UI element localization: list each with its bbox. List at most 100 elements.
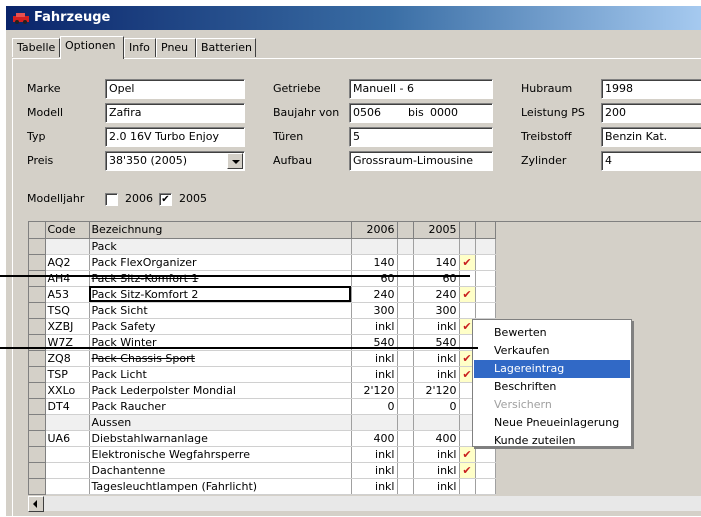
cell-code[interactable] <box>45 462 90 479</box>
cell-2005[interactable] <box>413 238 460 255</box>
cell-2006[interactable]: 60 <box>351 270 398 287</box>
cell-code[interactable]: A53 <box>45 286 90 303</box>
row-selector[interactable] <box>29 414 46 431</box>
cell-bezeichnung[interactable]: Pack <box>89 238 352 255</box>
table-row[interactable]: Elektronische Wegfahrsperre inkl inkl ✔ <box>29 446 496 463</box>
table-row[interactable]: Aussen <box>29 414 496 431</box>
cell-code[interactable]: UA6 <box>45 430 90 447</box>
tab-tabelle[interactable]: Tabelle <box>12 38 60 57</box>
cell-2005[interactable]: 140 <box>413 254 460 271</box>
modell-field[interactable]: Zafira <box>105 103 245 123</box>
checkmark-icon[interactable]: ✔ <box>459 286 476 303</box>
row-selector[interactable] <box>29 462 46 479</box>
cell-2005[interactable]: 0 <box>413 398 460 415</box>
cell-code[interactable]: AQ2 <box>45 254 90 271</box>
cell-2006[interactable]: inkl <box>351 350 398 367</box>
cell-check[interactable] <box>459 478 476 495</box>
table-row[interactable]: ZQ8 Pack Chassis Sport inkl inkl ✔ <box>29 350 496 367</box>
zylinder-field[interactable]: 4 <box>601 151 701 171</box>
baujahr-field[interactable]: 0506 bis 0000 <box>349 103 493 123</box>
header-bezeichnung[interactable]: Bezeichnung <box>89 222 352 239</box>
cell-bezeichnung[interactable]: Elektronische Wegfahrsperre <box>89 446 352 463</box>
row-selector[interactable] <box>29 302 46 319</box>
tab-batterien[interactable]: Batterien <box>196 38 256 57</box>
table-row[interactable]: TSP Pack Licht inkl inkl ✔ <box>29 366 496 383</box>
cell-code[interactable] <box>45 478 90 495</box>
table-row[interactable]: XXLo Pack Lederpolster Mondial 2'120 2'120 <box>29 382 496 399</box>
getriebe-field[interactable]: Manuell - 6 <box>349 79 493 99</box>
leistung-field[interactable]: 200 <box>601 103 701 123</box>
menu-lagereintrag[interactable]: Lagereintrag <box>474 360 630 378</box>
checkmark-icon[interactable]: ✔ <box>459 462 476 479</box>
table-row[interactable]: Pack <box>29 238 496 255</box>
row-selector[interactable] <box>29 318 46 335</box>
aufbau-field[interactable]: Grossraum-Limousine <box>349 151 493 171</box>
tab-info[interactable]: Info <box>124 38 156 57</box>
cell-2005[interactable] <box>413 414 460 431</box>
row-selector[interactable] <box>29 398 46 415</box>
table-row[interactable]: Tagesleuchtlampen (Fahrlicht) inkl inkl <box>29 478 496 495</box>
menu-bewerten[interactable]: Bewerten <box>474 324 630 342</box>
table-row[interactable]: UA6 Diebstahlwarnanlage 400 400 <box>29 430 496 447</box>
cell-bezeichnung[interactable]: Pack Lederpolster Mondial <box>89 382 352 399</box>
marke-field[interactable]: Opel <box>105 79 245 99</box>
cell-bezeichnung[interactable]: Pack Safety <box>89 318 352 335</box>
menu-versichern[interactable]: Versichern <box>474 396 630 414</box>
year-2006-checkbox[interactable] <box>105 193 118 206</box>
header-code[interactable]: Code <box>45 222 90 239</box>
cell-2005[interactable]: inkl <box>413 350 460 367</box>
menu-beschriften[interactable]: Beschriften <box>474 378 630 396</box>
preis-select[interactable]: 38'350 (2005) <box>105 151 245 171</box>
cell-bezeichnung[interactable]: Pack Sicht <box>89 302 352 319</box>
cell-2006[interactable]: 2'120 <box>351 382 398 399</box>
row-selector[interactable] <box>29 254 46 271</box>
table-row[interactable]: TSQ Pack Sicht 300 300 <box>29 302 496 319</box>
cell-bezeichnung[interactable]: Pack Sitz-Komfort 1 <box>89 270 352 287</box>
row-selector[interactable] <box>29 478 46 495</box>
cell-bezeichnung[interactable]: Pack Licht <box>89 366 352 383</box>
horizontal-scrollbar[interactable] <box>28 495 701 512</box>
cell-code[interactable]: XZBJ <box>45 318 90 335</box>
row-selector[interactable] <box>29 270 46 287</box>
cell-2006[interactable]: inkl <box>351 478 398 495</box>
checkmark-icon[interactable]: ✔ <box>459 254 476 271</box>
table-row[interactable]: DT4 Pack Raucher 0 0 <box>29 398 496 415</box>
typ-field[interactable]: 2.0 16V Turbo Enjoy <box>105 127 245 147</box>
cell-2006[interactable]: 0 <box>351 398 398 415</box>
title-bar[interactable]: Fahrzeuge <box>6 6 701 30</box>
checkmark-icon[interactable]: ✔ <box>459 446 476 463</box>
cell-2005[interactable]: 2'120 <box>413 382 460 399</box>
cell-2005[interactable]: 60 <box>413 270 460 287</box>
cell-bezeichnung[interactable]: Pack Raucher <box>89 398 352 415</box>
table-row[interactable]: Dachantenne inkl inkl ✔ <box>29 462 496 479</box>
cell-2006[interactable] <box>351 238 398 255</box>
scroll-left-icon[interactable] <box>28 496 44 512</box>
cell-2005[interactable]: 300 <box>413 302 460 319</box>
cell-2006[interactable]: 140 <box>351 254 398 271</box>
cell-2006[interactable]: 240 <box>351 286 398 303</box>
cell-bezeichnung[interactable]: Pack FlexOrganizer <box>89 254 352 271</box>
row-selector[interactable] <box>29 446 46 463</box>
cell-2005[interactable]: inkl <box>413 462 460 479</box>
cell-bezeichnung[interactable]: Dachantenne <box>89 462 352 479</box>
table-row[interactable]: A53 Pack Sitz-Komfort 2 240 240 ✔ <box>29 286 496 303</box>
cell-2005[interactable]: inkl <box>413 446 460 463</box>
cell-bezeichnung[interactable]: Aussen <box>89 414 352 431</box>
cell-bezeichnung[interactable]: Tagesleuchtlampen (Fahrlicht) <box>89 478 352 495</box>
cell-2006[interactable]: 400 <box>351 430 398 447</box>
year-2005-checkbox[interactable]: ✔ <box>159 193 172 206</box>
tueren-field[interactable]: 5 <box>349 127 493 147</box>
row-selector[interactable] <box>29 350 46 367</box>
cell-check[interactable] <box>459 302 476 319</box>
cell-code[interactable]: AH4 <box>45 270 90 287</box>
table-row[interactable]: XZBJ Pack Safety inkl inkl ✔ <box>29 318 496 335</box>
cell-2005[interactable]: 240 <box>413 286 460 303</box>
header-2005[interactable]: 2005 <box>413 222 460 239</box>
cell-code[interactable]: TSP <box>45 366 90 383</box>
cell-code[interactable] <box>45 414 90 431</box>
cell-check[interactable] <box>459 270 476 287</box>
cell-2005[interactable]: inkl <box>413 478 460 495</box>
cell-bezeichnung[interactable]: Pack Sitz-Komfort 2 <box>89 286 352 303</box>
cell-code[interactable] <box>45 238 90 255</box>
cell-check[interactable] <box>459 238 476 255</box>
